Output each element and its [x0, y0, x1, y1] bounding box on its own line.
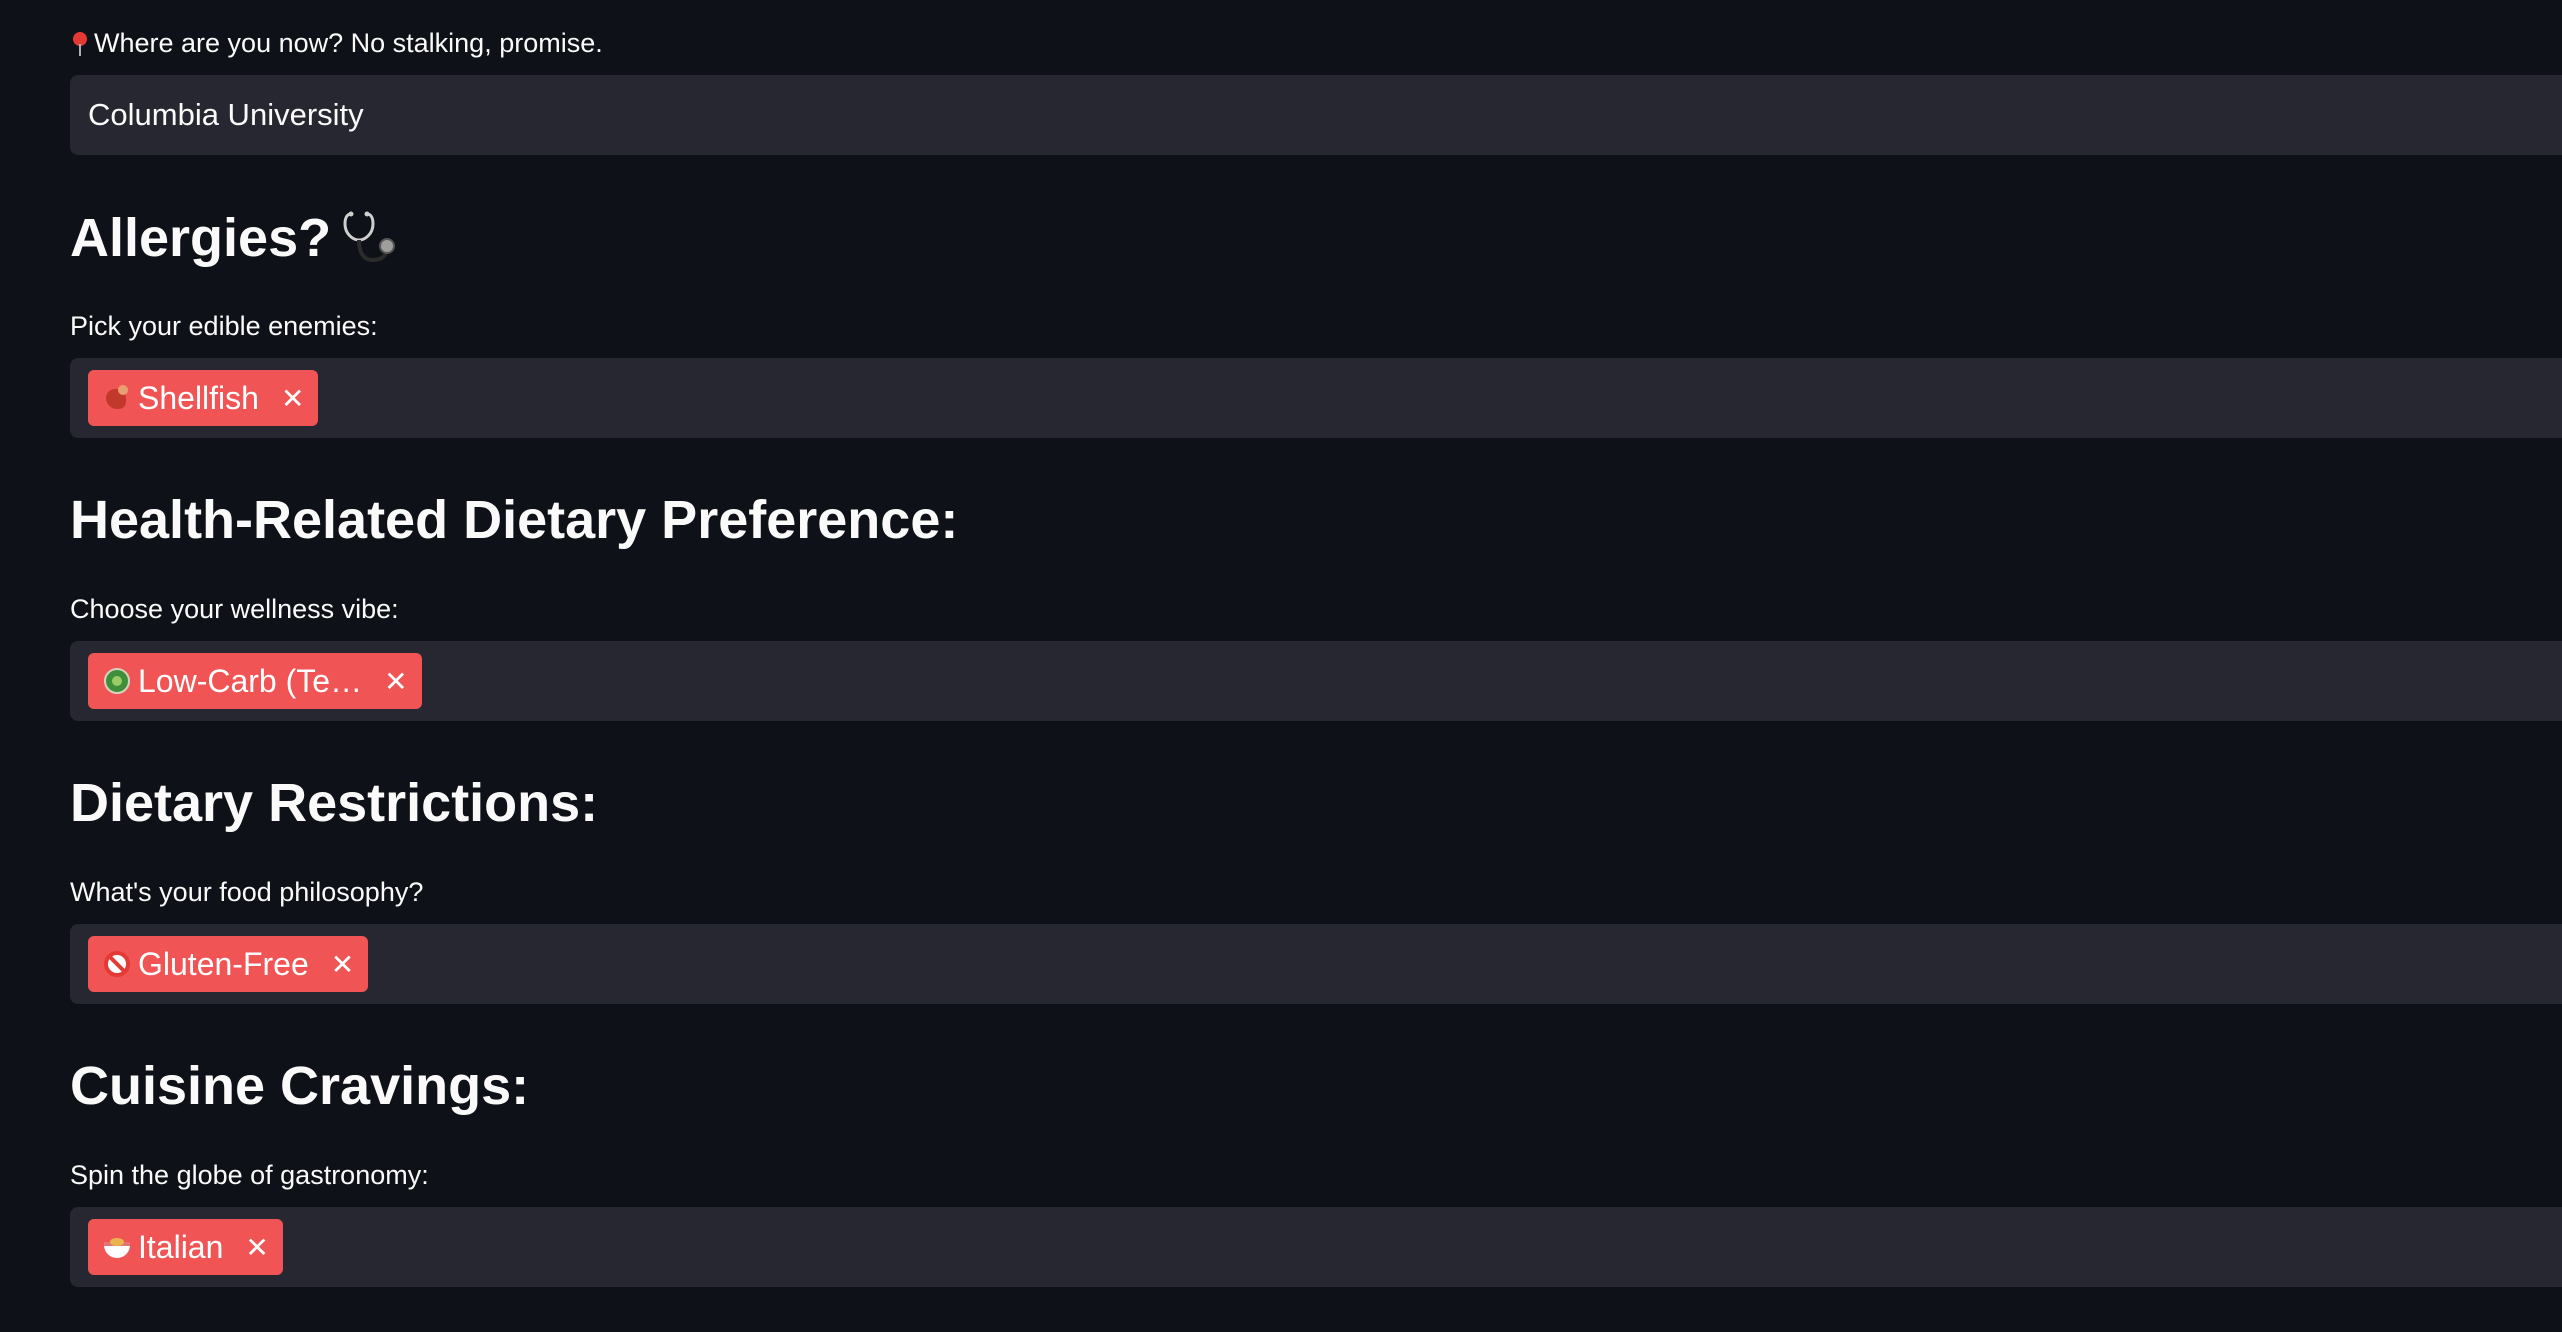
location-label: Where are you now? No stalking, promise.	[70, 26, 603, 60]
restrictions-heading: Dietary Restrictions:	[70, 773, 599, 833]
cuisine-label: Spin the globe of gastronomy:	[70, 1160, 429, 1190]
tag-shellfish: Shellfish ✕	[88, 370, 319, 426]
allergies-heading: Allergies?	[70, 206, 401, 270]
health-heading: Health-Related Dietary Preference:	[70, 490, 959, 550]
salad-icon	[102, 666, 132, 696]
cuisine-heading: Cuisine Cravings:	[70, 1056, 530, 1116]
tag-label: Italian	[138, 1228, 224, 1265]
restrictions-label: What's your food philosophy?	[70, 877, 424, 907]
remove-tag-icon[interactable]: ✕	[245, 1231, 268, 1264]
remove-tag-icon[interactable]: ✕	[384, 665, 407, 698]
spaghetti-icon	[102, 1232, 132, 1262]
remove-tag-icon[interactable]: ✕	[331, 948, 354, 981]
lobster-icon	[102, 383, 132, 413]
preferences-form: Where are you now? No stalking, promise.…	[0, 0, 2562, 1332]
tag-gluten-free: Gluten-Free ✕	[88, 936, 369, 992]
tag-label: Shellfish	[138, 379, 259, 416]
restrictions-multiselect[interactable]: Gluten-Free ✕	[70, 924, 2562, 1004]
remove-tag-icon[interactable]: ✕	[281, 382, 304, 415]
location-label-text: Where are you now? No stalking, promise.	[94, 28, 603, 58]
tag-label: Low-Carb (Te…	[138, 662, 363, 699]
tag-label: Gluten-Free	[138, 945, 309, 982]
tag-italian: Italian ✕	[88, 1219, 283, 1275]
stethoscope-icon	[343, 211, 396, 263]
prohibited-icon	[102, 949, 132, 979]
allergies-label: Pick your edible enemies:	[70, 311, 378, 341]
allergies-heading-text: Allergies?	[70, 208, 332, 268]
tag-low-carb: Low-Carb (Te… ✕	[88, 653, 422, 709]
allergies-multiselect[interactable]: Shellfish ✕	[70, 358, 2562, 438]
round-pushpin-icon	[70, 28, 90, 58]
cuisine-multiselect[interactable]: Italian ✕	[70, 1207, 2562, 1287]
health-multiselect[interactable]: Low-Carb (Te… ✕	[70, 641, 2562, 721]
location-input-value: Columbia University	[88, 97, 364, 132]
health-label: Choose your wellness vibe:	[70, 594, 399, 624]
location-input[interactable]: Columbia University	[70, 75, 2562, 155]
